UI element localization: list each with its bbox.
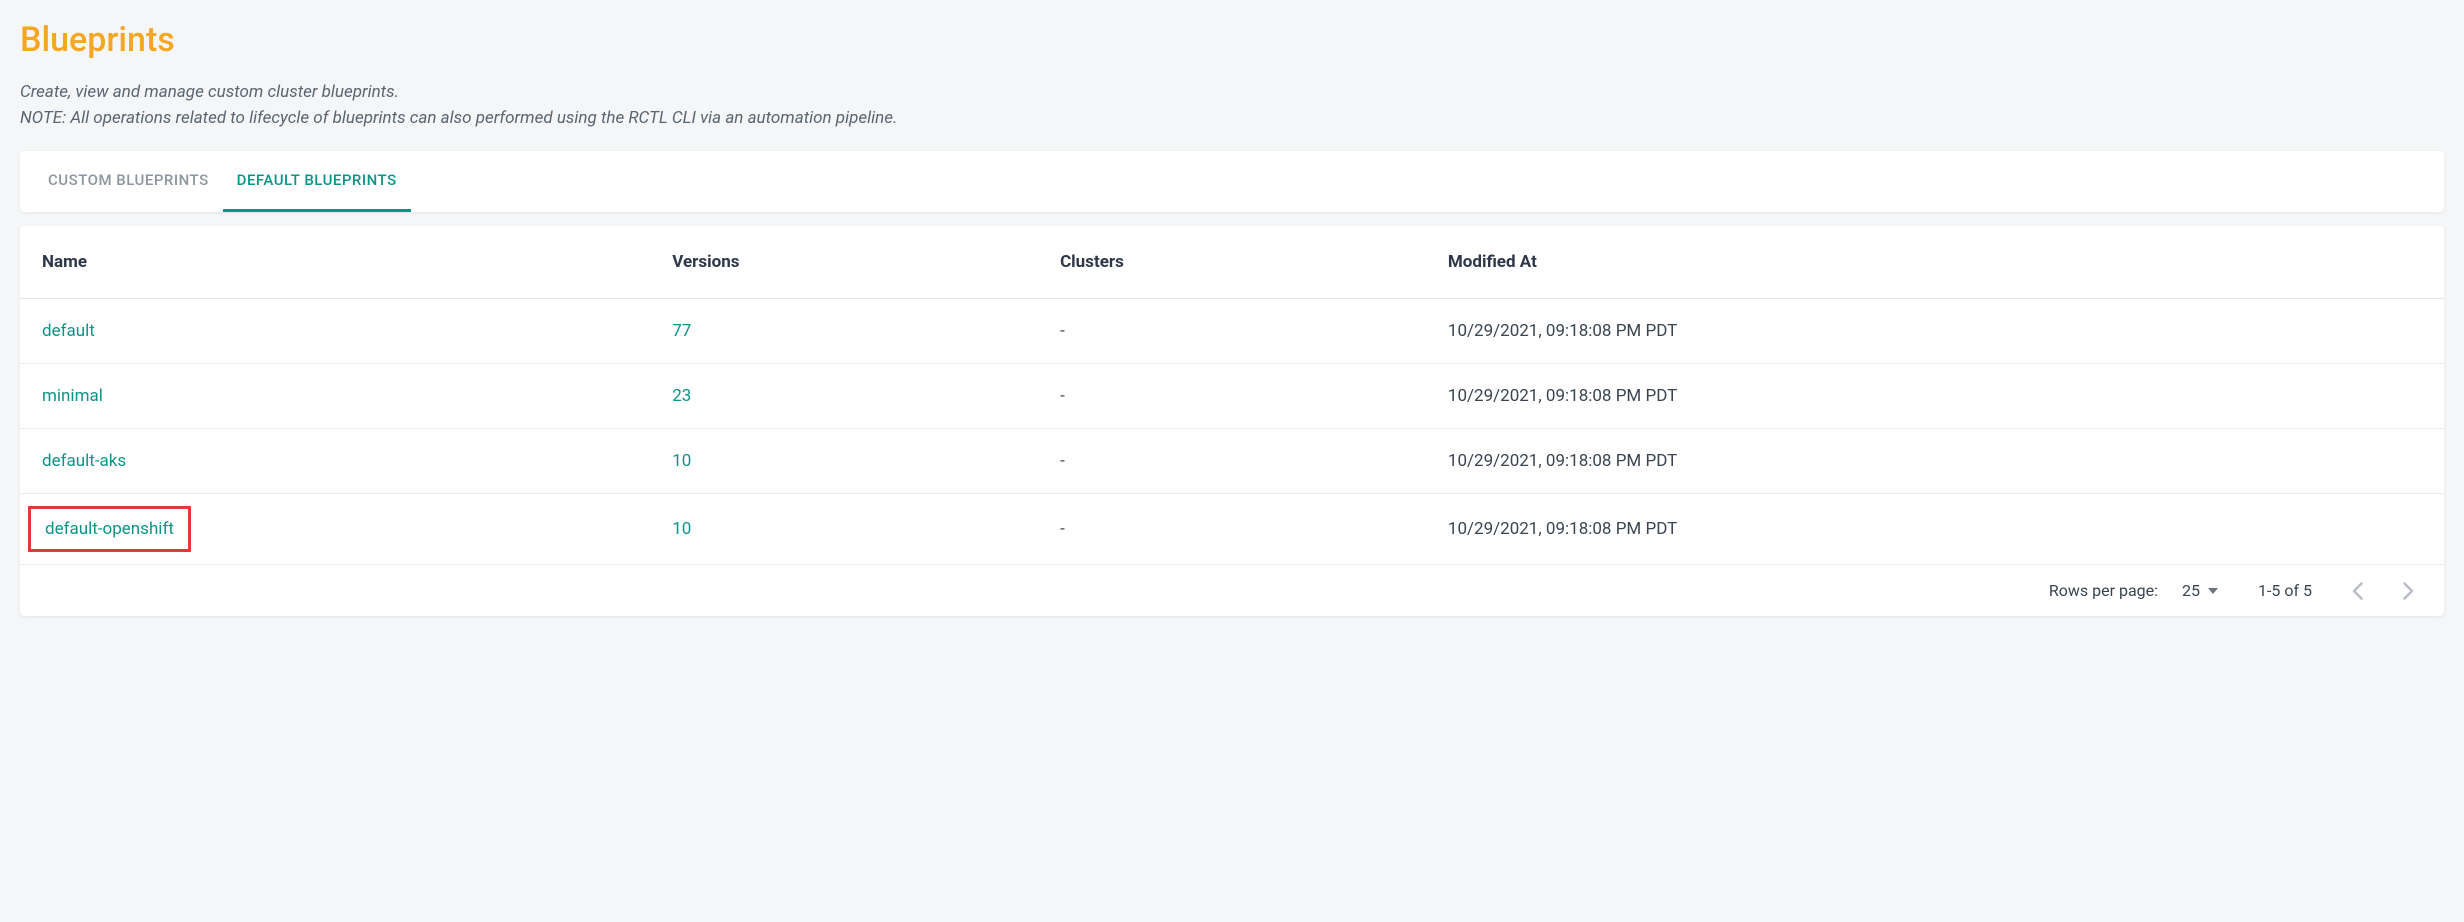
column-header-versions: Versions <box>650 226 1038 299</box>
cell-modified-at: 10/29/2021, 09:18:08 PM PDT <box>1426 494 2444 565</box>
cell-clusters: - <box>1038 364 1426 429</box>
cell-clusters: - <box>1038 494 1426 565</box>
cell-name: default-aks <box>20 429 650 494</box>
table-row: default 77 -10/29/2021, 09:18:08 PM PDT <box>20 299 2444 364</box>
next-page-button[interactable] <box>2403 582 2414 600</box>
page-description: Create, view and manage custom cluster b… <box>20 80 2444 131</box>
cell-name: default <box>20 299 650 364</box>
rows-per-page: Rows per page: 25 <box>2049 581 2218 600</box>
cell-modified-at: 10/29/2021, 09:18:08 PM PDT <box>1426 299 2444 364</box>
description-line-1: Create, view and manage custom cluster b… <box>20 80 2444 106</box>
rows-per-page-select[interactable]: 25 <box>2182 581 2218 600</box>
column-header-name: Name <box>20 226 650 299</box>
page-title: Blueprints <box>20 20 2444 60</box>
cell-versions: 10 <box>650 429 1038 494</box>
versions-link[interactable]: 10 <box>672 519 691 539</box>
blueprint-name-link[interactable]: default-aks <box>42 451 126 471</box>
cell-versions: 10 <box>650 494 1038 565</box>
table-row: default-openshift 10 -10/29/2021, 09:18:08… <box>20 494 2444 565</box>
rows-per-page-value: 25 <box>2182 581 2200 600</box>
table-row: minimal 23 -10/29/2021, 09:18:08 PM PDT <box>20 364 2444 429</box>
cell-modified-at: 10/29/2021, 09:18:08 PM PDT <box>1426 364 2444 429</box>
cell-name: default-openshift <box>20 494 650 565</box>
cell-modified-at: 10/29/2021, 09:18:08 PM PDT <box>1426 429 2444 494</box>
table-row: default-aks 10 -10/29/2021, 09:18:08 PM PD… <box>20 429 2444 494</box>
tabs: CUSTOM BLUEPRINTS DEFAULT BLUEPRINTS <box>20 151 2444 212</box>
description-line-2: NOTE: All operations related to lifecycl… <box>20 106 2444 132</box>
table-header-row: Name Versions Clusters Modified At <box>20 226 2444 299</box>
blueprint-name-link[interactable]: default <box>42 321 95 341</box>
cell-clusters: - <box>1038 299 1426 364</box>
tab-default-blueprints[interactable]: DEFAULT BLUEPRINTS <box>223 151 411 212</box>
cell-versions: 23 <box>650 364 1038 429</box>
column-header-clusters: Clusters <box>1038 226 1426 299</box>
pagination-range: 1-5 of 5 <box>2258 581 2312 600</box>
versions-link[interactable]: 10 <box>672 451 691 471</box>
blueprints-table-container: Name Versions Clusters Modified At defau… <box>20 226 2444 616</box>
versions-link[interactable]: 77 <box>672 321 691 341</box>
chevron-left-icon <box>2352 582 2363 600</box>
cell-versions: 77 <box>650 299 1038 364</box>
prev-page-button[interactable] <box>2352 582 2363 600</box>
tab-custom-blueprints[interactable]: CUSTOM BLUEPRINTS <box>34 151 223 212</box>
versions-link[interactable]: 23 <box>672 386 691 406</box>
pagination: Rows per page: 25 1-5 of 5 <box>20 565 2444 616</box>
blueprints-table: Name Versions Clusters Modified At defau… <box>20 226 2444 565</box>
column-header-modified-at: Modified At <box>1426 226 2444 299</box>
blueprint-name-link[interactable]: default-openshift <box>45 519 174 539</box>
highlight-box: default-openshift <box>28 506 191 552</box>
rows-per-page-label: Rows per page: <box>2049 581 2158 600</box>
pagination-nav <box>2352 582 2414 600</box>
blueprint-name-link[interactable]: minimal <box>42 386 103 406</box>
chevron-right-icon <box>2403 582 2414 600</box>
cell-clusters: - <box>1038 429 1426 494</box>
chevron-down-icon <box>2208 588 2218 594</box>
cell-name: minimal <box>20 364 650 429</box>
